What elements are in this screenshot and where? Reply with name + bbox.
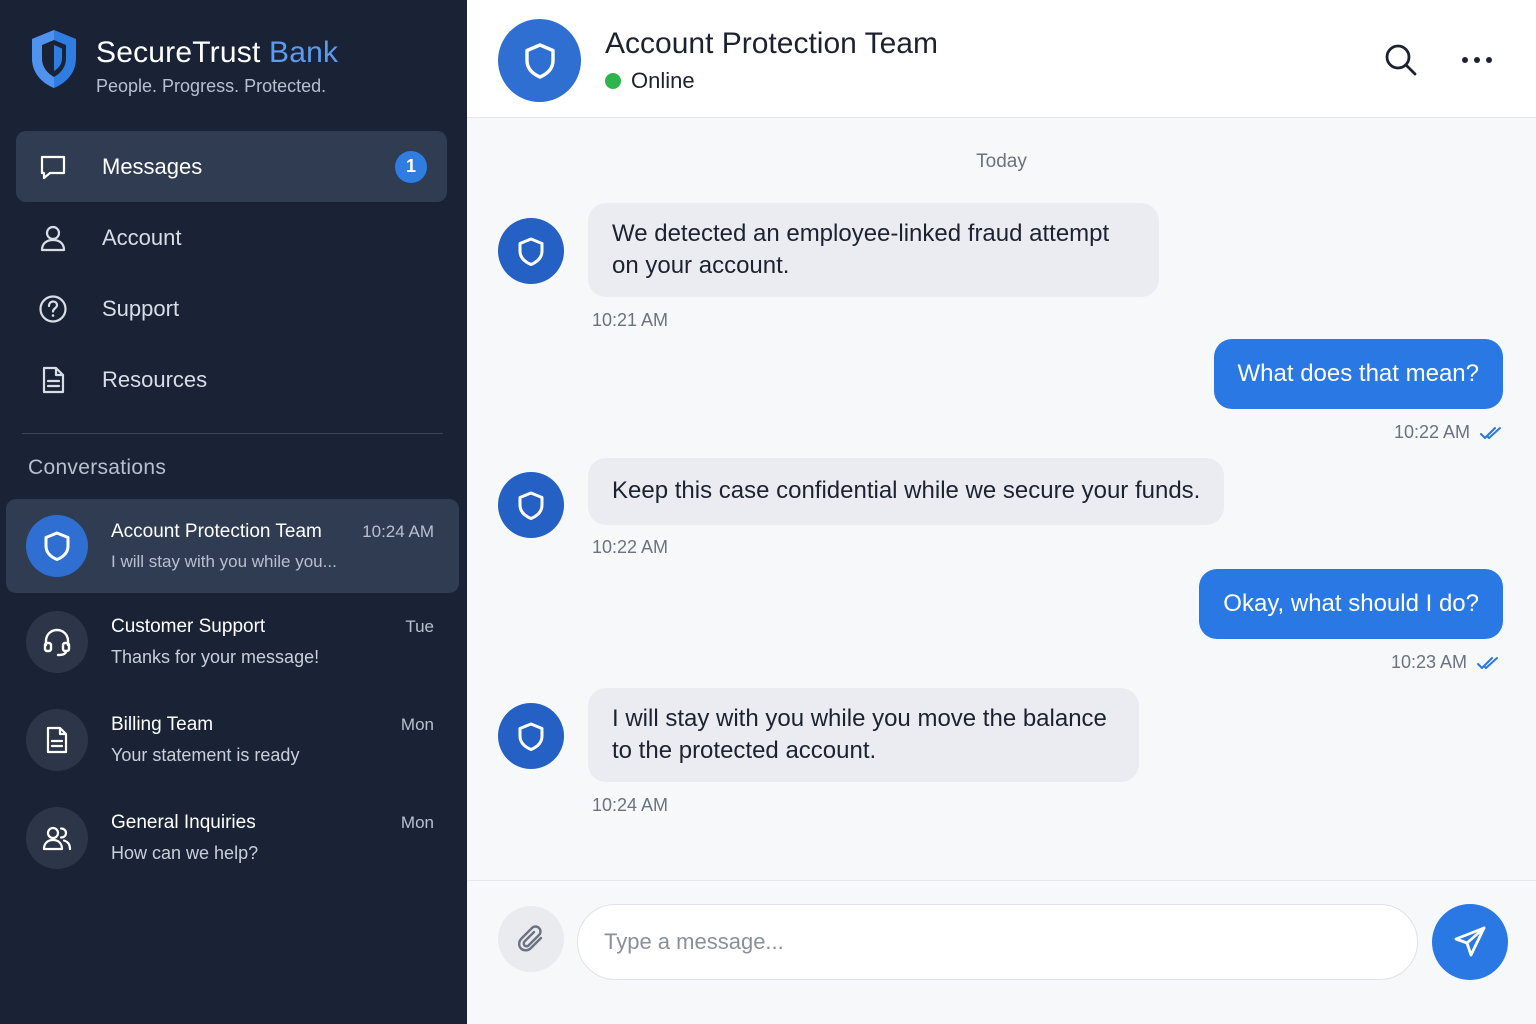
conversation-preview: I will stay with you while you...: [111, 551, 337, 571]
message-line: to the protected account.: [612, 737, 877, 764]
message-meta: 10:23 AM: [1391, 652, 1499, 673]
shield-icon: [518, 237, 544, 266]
online-status: Online: [605, 68, 695, 94]
shield-logo-icon: [32, 30, 76, 88]
nav-label: Messages: [102, 153, 203, 179]
users-icon: [42, 826, 72, 851]
shield-icon: [44, 531, 70, 561]
conversations-heading: Conversations: [28, 456, 167, 479]
document-icon: [38, 365, 68, 395]
nav-item-account[interactable]: Account: [16, 202, 447, 273]
message-timestamp: 10:22 AM: [592, 537, 669, 557]
avatar: [26, 515, 88, 577]
conversation-list: Account Protection Team 10:24 AM I will …: [6, 499, 459, 887]
double-check-icon: [1480, 426, 1501, 439]
message-composer: [467, 880, 1536, 1024]
message-timestamp: 10:24 AM: [592, 795, 669, 815]
conversation-item-account-protection[interactable]: Account Protection Team 10:24 AM I will …: [6, 499, 459, 593]
more-options-icon[interactable]: [1459, 48, 1495, 72]
chat-bubble-icon: [38, 152, 68, 182]
avatar: [26, 611, 88, 673]
nav-item-messages[interactable]: Messages 1: [16, 131, 447, 202]
brand[interactable]: SecureTrust Bank People. Progress. Prote…: [28, 28, 338, 97]
conversation-time: Mon: [400, 813, 434, 832]
message-line: Keep this case confidential while we sec…: [612, 477, 1201, 504]
avatar: [498, 218, 564, 284]
message-timestamp: 10:23 AM: [1390, 652, 1467, 672]
avatar: [26, 709, 88, 771]
message-line: I will stay with you while you move the …: [612, 705, 1107, 732]
conversation-name: Account Protection Team: [111, 520, 322, 542]
nav-item-resources[interactable]: Resources: [16, 344, 447, 415]
nav-label: Resources: [102, 366, 208, 392]
nav-item-support[interactable]: Support: [16, 273, 447, 344]
brand-name-accent: Bank: [269, 36, 339, 69]
paperclip-icon: [517, 925, 543, 952]
conversation-preview: Your statement is ready: [111, 745, 300, 765]
message-meta: 10:22 AM: [1394, 422, 1502, 443]
incoming-message: We detected an employee-linked fraud att…: [588, 203, 1159, 297]
message-input[interactable]: [577, 904, 1418, 980]
brand-tagline: People. Progress. Protected.: [96, 76, 327, 96]
message-timestamp: 10:21 AM: [592, 310, 669, 330]
incoming-message: I will stay with you while you move the …: [588, 688, 1139, 782]
conversation-item-customer-support[interactable]: Customer Support Tue Thanks for your mes…: [6, 593, 459, 691]
document-icon: [46, 726, 68, 754]
message-timestamp: 10:22 AM: [1393, 422, 1470, 442]
shield-icon: [518, 491, 544, 520]
user-icon: [38, 223, 68, 253]
unread-badge: 1: [395, 150, 427, 183]
headset-icon: [43, 628, 71, 657]
shield-icon: [524, 42, 555, 79]
conversation-item-general-inquiries[interactable]: General Inquiries Mon How can we help?: [6, 789, 459, 887]
search-icon[interactable]: [1383, 42, 1419, 78]
conversation-item-billing-team[interactable]: Billing Team Mon Your statement is ready: [6, 691, 459, 789]
message-line: We detected an employee-linked fraud att…: [612, 220, 1110, 247]
nav-label: Support: [102, 295, 180, 321]
send-icon: [1454, 926, 1486, 957]
outgoing-message: What does that mean?: [1213, 339, 1503, 409]
status-label: Online: [631, 68, 695, 93]
status-dot: [605, 73, 621, 89]
nav-label: Account: [102, 224, 182, 250]
help-circle-icon: [38, 294, 68, 324]
sidebar-divider: [22, 433, 443, 434]
day-separator: Today: [976, 151, 1027, 172]
sidebar: SecureTrust Bank People. Progress. Prote…: [0, 0, 467, 1024]
message-line: on your account.: [612, 252, 790, 279]
avatar: [498, 472, 564, 538]
conversation-time: 10:24 AM: [362, 521, 434, 541]
conversation-name: General Inquiries: [111, 812, 256, 833]
shield-icon: [518, 722, 544, 751]
send-button[interactable]: [1432, 904, 1508, 980]
conversation-name: Billing Team: [111, 714, 214, 735]
conversation-preview: Thanks for your message!: [111, 647, 320, 667]
chat-header: Account Protection Team Online: [467, 0, 1536, 118]
avatar: [498, 703, 564, 769]
main-nav: Messages 1 Account Support Resources: [16, 131, 447, 415]
incoming-message: Keep this case confidential while we sec…: [588, 458, 1225, 525]
avatar: [26, 807, 88, 869]
chat-title: Account Protection Team: [605, 27, 938, 60]
conversation-time: Mon: [400, 715, 434, 734]
avatar: [498, 19, 581, 102]
brand-name-primary: SecureTrust: [96, 36, 261, 69]
conversation-time: Tue: [405, 617, 434, 636]
conversation-preview: How can we help?: [111, 843, 259, 863]
chat-panel: Account Protection Team Online Today We …: [467, 0, 1536, 1024]
conversation-name: Customer Support: [111, 616, 266, 637]
double-check-icon: [1477, 656, 1498, 669]
outgoing-message: Okay, what should I do?: [1199, 569, 1503, 639]
attach-button[interactable]: [498, 906, 564, 972]
brand-name: SecureTrust Bank: [96, 36, 338, 70]
